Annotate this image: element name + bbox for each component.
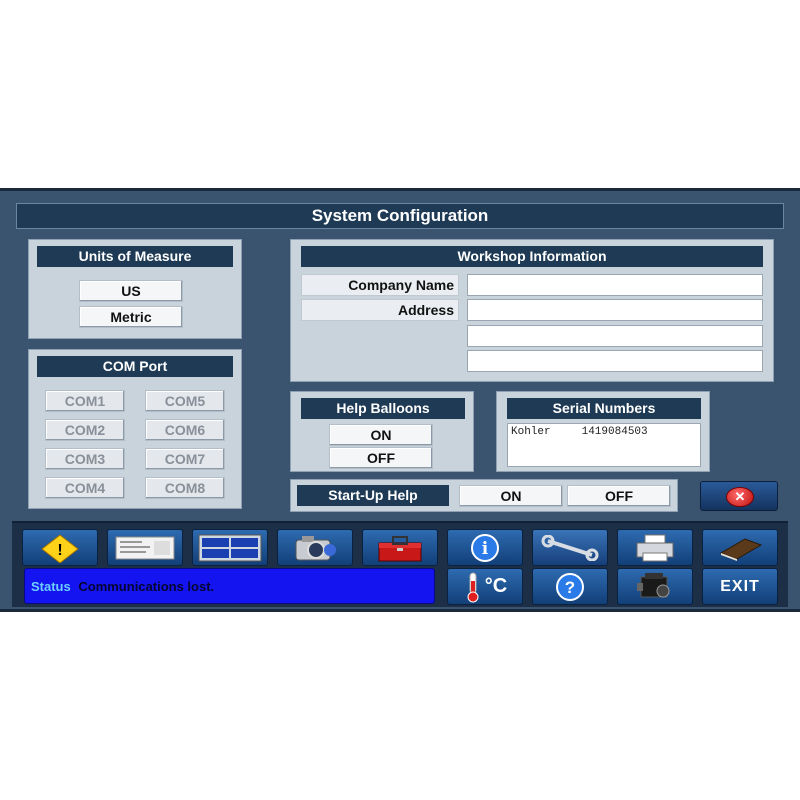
com5-button[interactable]: COM5 <box>145 390 225 412</box>
camera-button[interactable] <box>277 529 353 566</box>
svg-text:?: ? <box>565 578 575 597</box>
engine-button[interactable] <box>617 568 693 605</box>
exit-button[interactable]: EXIT <box>702 568 778 605</box>
svg-text:i: i <box>482 539 489 559</box>
workshop-information-header: Workshop Information <box>301 246 763 267</box>
wrench-icon <box>541 534 599 561</box>
warning-icon: ! <box>41 533 79 563</box>
window-title: System Configuration <box>16 203 784 229</box>
serial-numbers-header: Serial Numbers <box>507 398 701 419</box>
status-bar: Status Communications lost. <box>24 568 435 604</box>
report-button[interactable] <box>107 529 183 566</box>
exit-label: EXIT <box>720 577 760 595</box>
help-button[interactable]: ? <box>532 568 608 605</box>
com-port-header: COM Port <box>37 356 233 377</box>
com6-button[interactable]: COM6 <box>145 419 225 441</box>
address-label: Address <box>301 299 459 321</box>
info-button[interactable]: i <box>447 529 523 566</box>
com8-button[interactable]: COM8 <box>145 477 225 499</box>
workshop-information-panel: Workshop Information Company Name Addres… <box>290 239 774 382</box>
help-balloons-on-button[interactable]: ON <box>329 424 433 446</box>
units-metric-button[interactable]: Metric <box>79 306 183 328</box>
book-icon <box>719 537 763 561</box>
units-of-measure-header: Units of Measure <box>37 246 233 267</box>
temperature-unit-label: °C <box>484 575 508 597</box>
temperature-unit-button[interactable]: °C <box>447 568 523 605</box>
printer-icon <box>636 534 674 561</box>
report-icon <box>115 536 175 559</box>
company-name-field[interactable] <box>467 274 763 296</box>
serial-number-row: Kohler 1419084503 <box>511 426 697 438</box>
company-name-label: Company Name <box>301 274 459 296</box>
system-configuration-window: System Configuration Units of Measure US… <box>0 188 800 612</box>
com3-button[interactable]: COM3 <box>45 448 125 470</box>
com2-button[interactable]: COM2 <box>45 419 125 441</box>
warning-button[interactable]: ! <box>22 529 98 566</box>
help-balloons-off-button[interactable]: OFF <box>329 447 433 469</box>
close-button[interactable]: ✕ <box>700 481 778 511</box>
startup-help-panel: Start-Up Help ON OFF <box>290 479 678 512</box>
svg-text:!: ! <box>57 542 62 559</box>
com7-button[interactable]: COM7 <box>145 448 225 470</box>
manual-button[interactable] <box>702 529 778 566</box>
close-icon: ✕ <box>726 487 754 507</box>
temperature-unit-icon <box>467 572 479 602</box>
help-icon: ? <box>556 572 584 601</box>
status-text: Communications lost. <box>78 579 215 594</box>
units-of-measure-panel: Units of Measure US Metric <box>28 239 242 339</box>
settings-wrench-button[interactable] <box>532 529 608 566</box>
help-balloons-header: Help Balloons <box>301 398 465 419</box>
startup-help-on-button[interactable]: ON <box>459 485 563 507</box>
help-balloons-panel: Help Balloons ON OFF <box>290 391 474 472</box>
data-monitor-button[interactable] <box>192 529 268 566</box>
com1-button[interactable]: COM1 <box>45 390 125 412</box>
startup-help-off-button[interactable]: OFF <box>567 485 671 507</box>
serial-numbers-list: Kohler 1419084503 <box>507 423 701 467</box>
serial-numbers-panel: Serial Numbers Kohler 1419084503 <box>496 391 710 472</box>
address-line-1-field[interactable] <box>467 299 763 321</box>
engine-icon <box>637 572 670 597</box>
serial-engine-number: 1419084503 <box>581 426 648 438</box>
address-line-3-field[interactable] <box>467 350 763 372</box>
toolbox-button[interactable] <box>362 529 438 566</box>
status-label: Status <box>31 579 71 594</box>
serial-engine-name: Kohler <box>511 426 551 438</box>
data-monitor-icon <box>198 534 262 561</box>
info-icon: i <box>471 533 499 562</box>
toolbox-icon <box>378 535 422 561</box>
com4-button[interactable]: COM4 <box>45 477 125 499</box>
address-line-2-field[interactable] <box>467 325 763 347</box>
camera-icon <box>295 535 336 560</box>
com-port-panel: COM Port COM1 COM5 COM2 COM6 COM3 COM7 C… <box>28 349 242 509</box>
units-us-button[interactable]: US <box>79 280 183 302</box>
startup-help-label: Start-Up Help <box>297 485 449 506</box>
printer-button[interactable] <box>617 529 693 566</box>
